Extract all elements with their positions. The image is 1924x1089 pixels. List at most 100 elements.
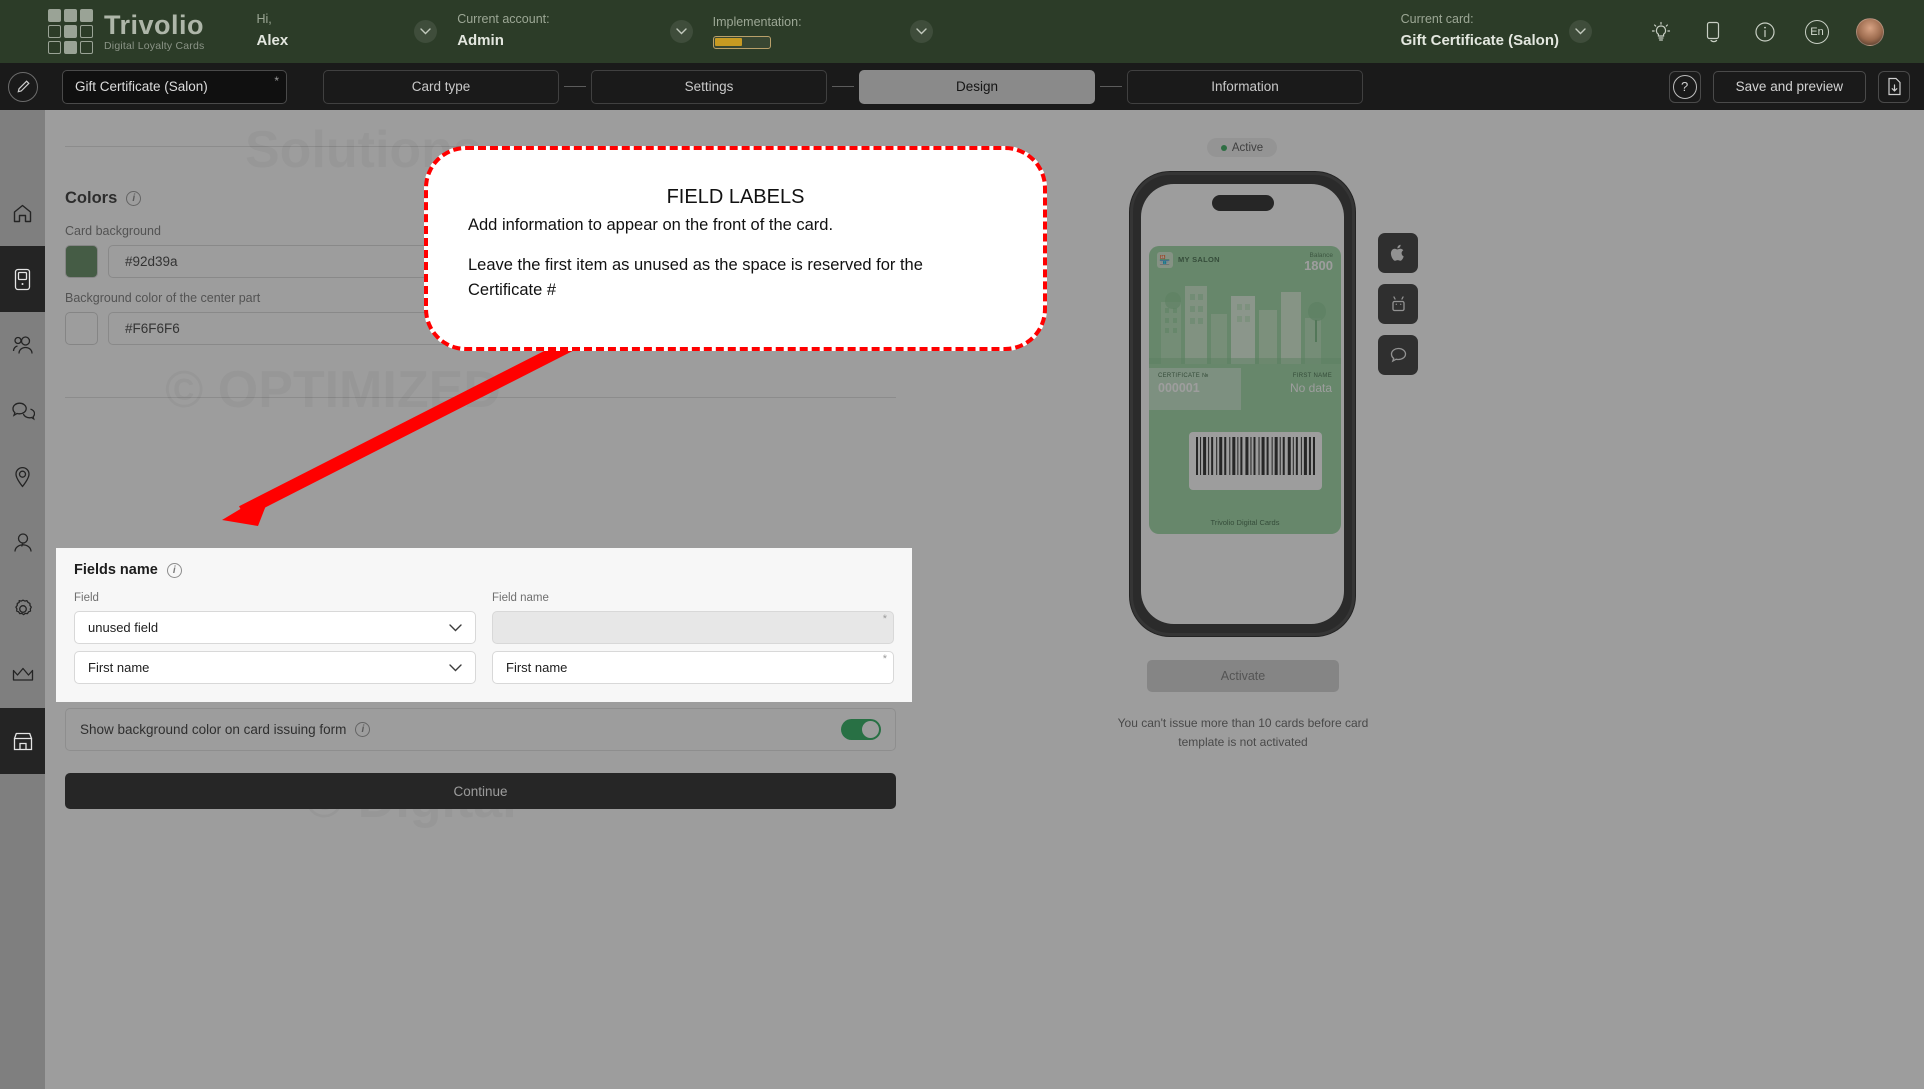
field-select-2-value: First name (88, 660, 150, 675)
language-icon[interactable]: En (1804, 19, 1830, 45)
card-footer-brand: Trivolio Digital Cards (1210, 518, 1280, 527)
sidebar-item-messages[interactable] (0, 378, 45, 444)
preview-panel (916, 110, 1924, 1089)
implementation-block: Implementation: (712, 14, 802, 49)
barcode-container (1189, 432, 1322, 490)
account-group: Current account: Admin (457, 11, 693, 51)
chevron-down-icon (449, 663, 462, 671)
implementation-chevron-down-icon[interactable] (909, 20, 933, 43)
annotation-title: FIELD LABELS (666, 186, 805, 208)
activate-button[interactable]: Activate (1147, 660, 1339, 692)
shop-name: MY SALON (1178, 255, 1220, 264)
fields-name-section: Fields name i Field Field name unused fi… (56, 548, 912, 702)
city-illustration (1149, 286, 1341, 364)
sidebar-item-home[interactable] (0, 180, 45, 246)
brand-logo[interactable]: Trivolio Digital Loyalty Cards (48, 9, 205, 54)
card-field-certificate: CERTIFICATE № 000001 (1149, 368, 1241, 410)
sidebar-item-premium[interactable] (0, 642, 45, 708)
android-icon[interactable] (1378, 284, 1418, 324)
save-and-preview-button[interactable]: Save and preview (1712, 70, 1866, 103)
loyalty-card-preview[interactable]: 🏪 MY SALON Balance 1800 CERTIFICATE № 00… (1149, 246, 1341, 534)
required-mark: * (882, 653, 887, 665)
card-name-input[interactable]: Gift Certificate (Salon) * (62, 69, 287, 104)
account-chevron-down-icon[interactable] (669, 20, 693, 43)
column-header-field: Field (74, 592, 99, 604)
implementation-progress (712, 35, 771, 49)
pencil-icon[interactable] (8, 71, 38, 102)
sidebar-item-clients[interactable] (0, 312, 45, 378)
brand-subtitle: Digital Loyalty Cards (104, 39, 205, 52)
tab-information[interactable]: Information (1127, 69, 1363, 104)
apple-icon[interactable] (1378, 233, 1418, 273)
platform-tabs (1378, 233, 1418, 375)
status-dot-icon (1220, 144, 1227, 151)
field-name-input-1[interactable]: * (492, 611, 894, 644)
greeting-group: Hi, Alex (257, 11, 438, 51)
download-file-icon[interactable] (1878, 70, 1910, 103)
card-field-firstname: FIRST NAME No data (1281, 368, 1341, 410)
avatar[interactable] (1856, 17, 1884, 46)
greeting-chevron-down-icon[interactable] (414, 20, 438, 43)
current-card-value: Gift Certificate (Salon) (1400, 32, 1559, 50)
info-icon[interactable] (1752, 19, 1778, 45)
show-background-row[interactable]: Show background color on card issuing fo… (65, 708, 896, 751)
annotation-line3: Certificate # (468, 280, 557, 299)
column-header-field-name: Field name (492, 592, 549, 604)
implementation-group: Implementation: (712, 14, 933, 49)
info-icon[interactable]: i (166, 562, 182, 578)
field-select-1-value: unused field (88, 620, 159, 635)
sidebar-item-settings[interactable] (0, 576, 45, 642)
sidebar-item-cards[interactable] (0, 246, 45, 312)
tab-separator (1100, 86, 1122, 87)
fields-name-header: Fields name i (74, 562, 894, 578)
required-mark: * (274, 73, 279, 88)
card-background-swatch[interactable] (65, 245, 98, 278)
card-header: 🏪 MY SALON Balance 1800 (1149, 246, 1341, 272)
annotation-line1: Add information to appear on the front o… (468, 216, 834, 234)
field-name-input-2[interactable]: First name * (492, 651, 894, 684)
top-header: Trivolio Digital Loyalty Cards Hi, Alex … (0, 0, 1924, 63)
current-card-block: Current card: Gift Certificate (Salon) (1401, 11, 1559, 51)
app-root: Trivolio Digital Loyalty Cards Hi, Alex … (0, 0, 1924, 1089)
certificate-label: CERTIFICATE № (1158, 373, 1209, 379)
tab-separator (564, 86, 586, 87)
account-value: Admin (457, 32, 504, 50)
help-button[interactable]: ? (1668, 70, 1701, 103)
sidebar-item-staff[interactable] (0, 510, 45, 576)
fields-name-title: Fields name (74, 562, 158, 578)
annotation-arrow (222, 334, 583, 526)
design-toolbar: Gift Certificate (Salon) * Card type Set… (0, 63, 1924, 110)
lightbulb-icon[interactable] (1648, 19, 1674, 45)
sidebar-item-locations[interactable] (0, 444, 45, 510)
info-icon[interactable]: i (355, 722, 371, 737)
greeting-label: Hi, (256, 12, 272, 27)
status-label: Active (1231, 141, 1264, 154)
question-mark-icon: ? (1672, 74, 1697, 99)
continue-button[interactable]: Continue (65, 773, 896, 809)
mobile-icon[interactable] (1700, 19, 1726, 45)
tab-separator (832, 86, 854, 87)
greeting-value: Alex (256, 32, 289, 50)
tab-design[interactable]: Design (859, 69, 1095, 104)
chat-icon[interactable] (1378, 335, 1418, 375)
account-label: Current account: (457, 12, 550, 27)
show-background-toggle[interactable] (841, 719, 881, 740)
balance-block: Balance 1800 (1304, 252, 1333, 272)
center-background-swatch[interactable] (65, 312, 98, 345)
language-label: En (1810, 25, 1824, 38)
implementation-label: Implementation: (712, 15, 802, 30)
tab-settings[interactable]: Settings (591, 69, 827, 104)
status-badge: Active (1207, 138, 1277, 157)
current-card-chevron-down-icon[interactable] (1569, 20, 1592, 43)
show-background-label: Show background color on card issuing fo… (80, 722, 347, 737)
wizard-tabs: Card type Settings Design Information (323, 69, 1363, 104)
info-icon[interactable]: i (126, 191, 142, 206)
field-select-2[interactable]: First name (74, 651, 476, 684)
card-fields: CERTIFICATE № 000001 FIRST NAME No data (1149, 368, 1341, 410)
logo-grid-icon (48, 9, 93, 54)
tab-card-type[interactable]: Card type (323, 69, 559, 104)
field-select-1[interactable]: unused field (74, 611, 476, 644)
field-row-1: unused field * (74, 611, 894, 644)
sidebar-item-shop[interactable] (0, 708, 45, 774)
left-sidebar (0, 110, 45, 1089)
